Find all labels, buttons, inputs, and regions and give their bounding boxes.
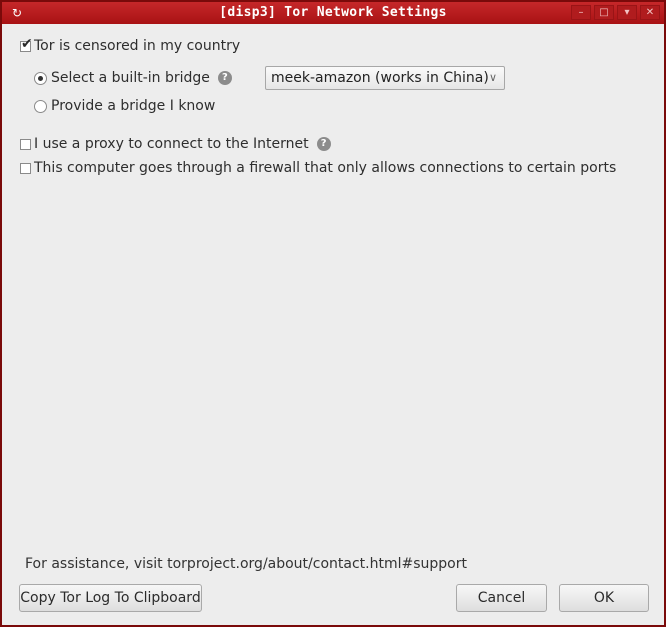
checkmark-icon: ✔: [21, 35, 33, 52]
settings-content: ✔ Tor is censored in my country Select a…: [2, 24, 664, 625]
close-icon[interactable]: ✕: [640, 5, 660, 20]
cancel-button[interactable]: Cancel: [456, 584, 547, 612]
firewall-checkbox[interactable]: [20, 162, 31, 174]
proxy-option[interactable]: I use a proxy to connect to the Internet…: [20, 136, 331, 152]
bridge-type-value: meek-amazon (works in China): [271, 70, 489, 86]
ok-button[interactable]: OK: [559, 584, 649, 612]
censored-checkbox[interactable]: ✔: [20, 37, 33, 52]
proxy-checkbox[interactable]: [20, 138, 31, 150]
help-icon[interactable]: ?: [217, 71, 232, 85]
help-icon[interactable]: ?: [316, 137, 331, 151]
censored-label: Tor is censored in my country: [34, 38, 241, 54]
proxy-label: I use a proxy to connect to the Internet: [34, 136, 309, 152]
shade-icon[interactable]: ▾: [617, 5, 637, 20]
assistance-text: For assistance, visit torproject.org/abo…: [25, 556, 467, 572]
title-bar[interactable]: ↻ [disp3] Tor Network Settings – □ ▾ ✕: [2, 2, 664, 24]
window-controls: – □ ▾ ✕: [571, 5, 660, 20]
window-title: [disp3] Tor Network Settings: [219, 5, 447, 20]
custom-bridge-option[interactable]: Provide a bridge I know: [34, 98, 215, 114]
chevron-down-icon: ∨: [488, 71, 497, 84]
radio-selected-dot: [38, 75, 43, 81]
custom-bridge-radio[interactable]: [34, 99, 47, 113]
custom-bridge-label: Provide a bridge I know: [51, 98, 216, 114]
censored-option[interactable]: ✔ Tor is censored in my country: [20, 37, 241, 54]
tor-network-settings-window: ↻ [disp3] Tor Network Settings – □ ▾ ✕ ✔…: [0, 0, 666, 627]
firewall-label: This computer goes through a firewall th…: [34, 160, 617, 176]
maximize-icon[interactable]: □: [594, 5, 614, 20]
builtin-bridge-option[interactable]: Select a built-in bridge ?: [34, 70, 232, 86]
firewall-option[interactable]: This computer goes through a firewall th…: [20, 160, 616, 176]
builtin-bridge-label: Select a built-in bridge: [51, 70, 210, 86]
builtin-bridge-radio[interactable]: [34, 71, 47, 85]
copy-log-button[interactable]: Copy Tor Log To Clipboard: [19, 584, 202, 612]
bridge-type-select[interactable]: meek-amazon (works in China) ∨: [265, 66, 505, 90]
minimize-icon[interactable]: –: [571, 5, 591, 20]
